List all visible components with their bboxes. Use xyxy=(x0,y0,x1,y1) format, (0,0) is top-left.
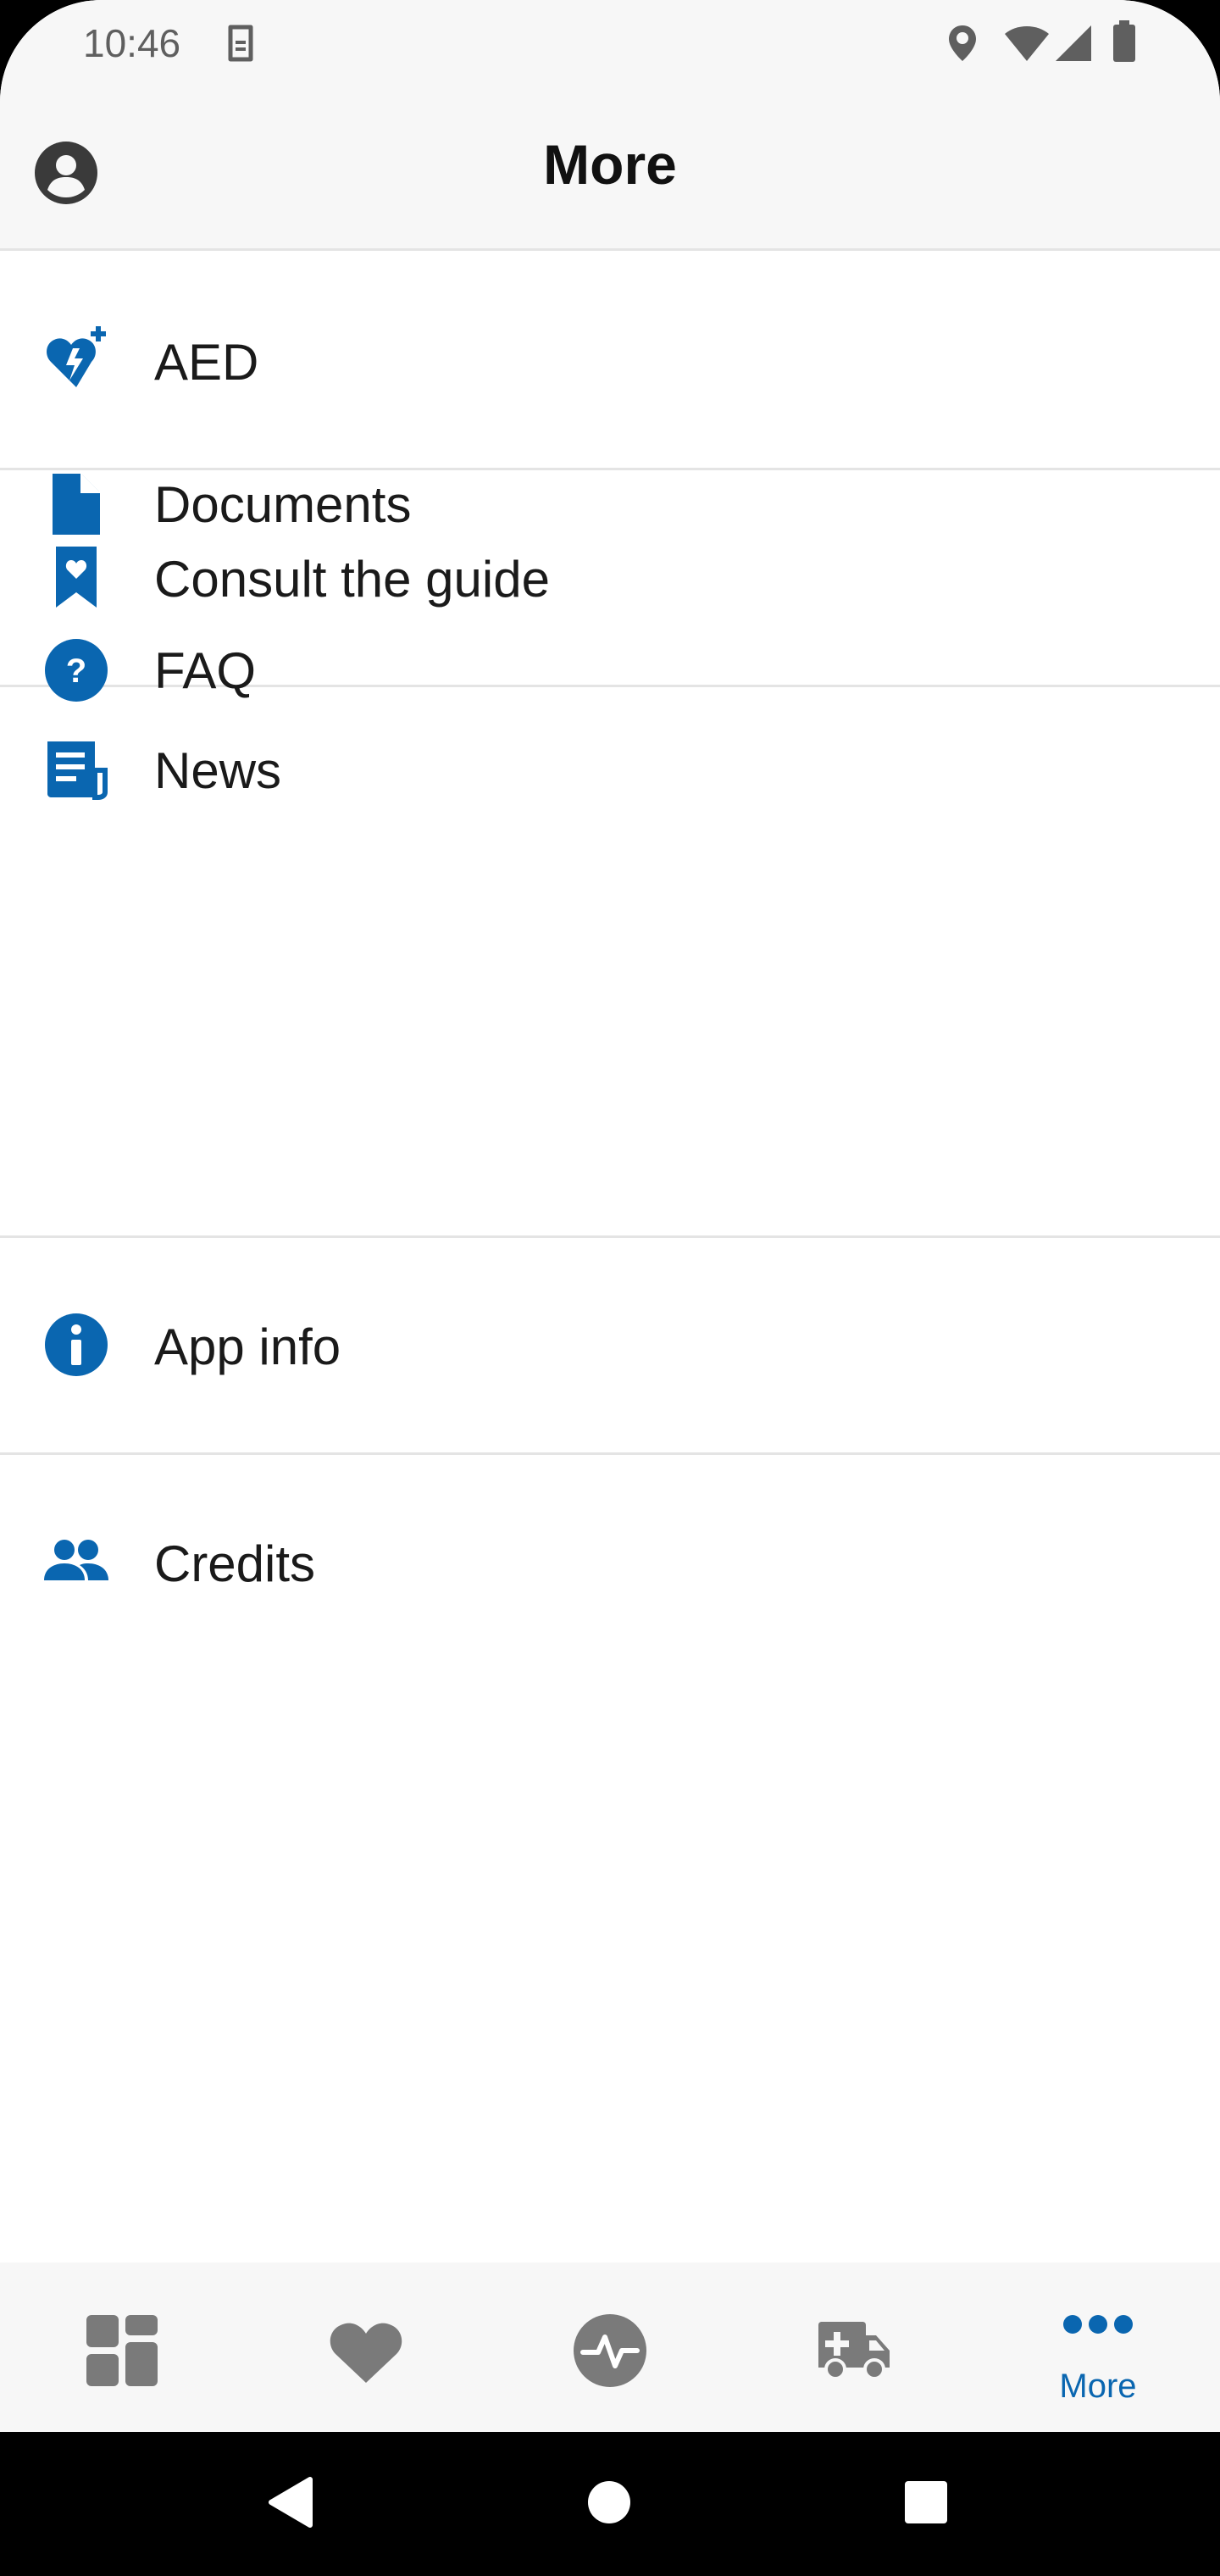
people-icon xyxy=(44,1540,108,1580)
bottom-nav: More xyxy=(0,2262,1220,2432)
aed-heart-icon xyxy=(47,326,106,387)
status-bar: 10:46 xyxy=(0,0,1220,85)
app-header: More xyxy=(0,85,1220,251)
back-icon[interactable] xyxy=(266,2476,313,2529)
home-icon[interactable] xyxy=(586,2479,632,2525)
ambulance-icon xyxy=(818,2322,890,2379)
pulse-icon xyxy=(574,2314,646,2387)
menu-group-aed: AED xyxy=(0,253,1220,470)
nav-tab-heart[interactable] xyxy=(244,2262,488,2432)
recents-icon[interactable] xyxy=(903,2479,949,2525)
menu-item-label: FAQ xyxy=(154,642,257,699)
sim-card-icon xyxy=(228,25,253,62)
nav-tab-label: More xyxy=(1059,2368,1137,2405)
location-icon xyxy=(949,25,976,61)
menu-item-aed[interactable]: AED xyxy=(0,253,1220,470)
nav-tab-pulse[interactable] xyxy=(488,2262,732,2432)
nav-tab-dashboard[interactable] xyxy=(0,2262,244,2432)
more-dots-icon xyxy=(1063,2315,1133,2334)
menu-list: AED Consult the guide News Documents ? F… xyxy=(0,253,1220,1672)
menu-group-credits: Credits xyxy=(0,1455,1220,1672)
status-time: 10:46 xyxy=(83,21,181,65)
menu-item-documents[interactable]: Documents xyxy=(0,470,1220,636)
info-circle-icon xyxy=(45,1313,108,1376)
heart-icon xyxy=(330,2323,402,2383)
battery-icon xyxy=(1113,20,1135,62)
menu-group-app-info: App info xyxy=(0,1238,1220,1455)
menu-item-app-info[interactable]: App info xyxy=(0,1238,1220,1455)
menu-group-resources: News Documents ? FAQ xyxy=(0,474,1220,1238)
menu-item-faq[interactable]: ? FAQ xyxy=(0,636,1220,802)
app-window: 10:46 More AED Consult the guide News Do… xyxy=(0,0,1220,2432)
dashboard-icon xyxy=(86,2315,158,2386)
system-nav-bar xyxy=(0,2432,1220,2576)
nav-tab-more[interactable]: More xyxy=(976,2262,1220,2432)
menu-item-label: Documents xyxy=(154,476,412,533)
document-icon xyxy=(53,474,100,535)
svg-text:?: ? xyxy=(66,652,86,690)
help-circle-icon: ? xyxy=(45,639,108,702)
menu-item-credits[interactable]: Credits xyxy=(0,1455,1220,1672)
signal-icon xyxy=(1056,25,1091,61)
page-title: More xyxy=(543,133,677,196)
menu-item-label: App info xyxy=(154,1319,341,1375)
menu-item-label: Credits xyxy=(154,1535,316,1592)
device-screen: 10:46 More AED Consult the guide News Do… xyxy=(0,0,1220,2576)
menu-item-label: AED xyxy=(154,334,259,391)
nav-tab-ambulance[interactable] xyxy=(732,2262,976,2432)
wifi-icon xyxy=(1005,26,1049,61)
